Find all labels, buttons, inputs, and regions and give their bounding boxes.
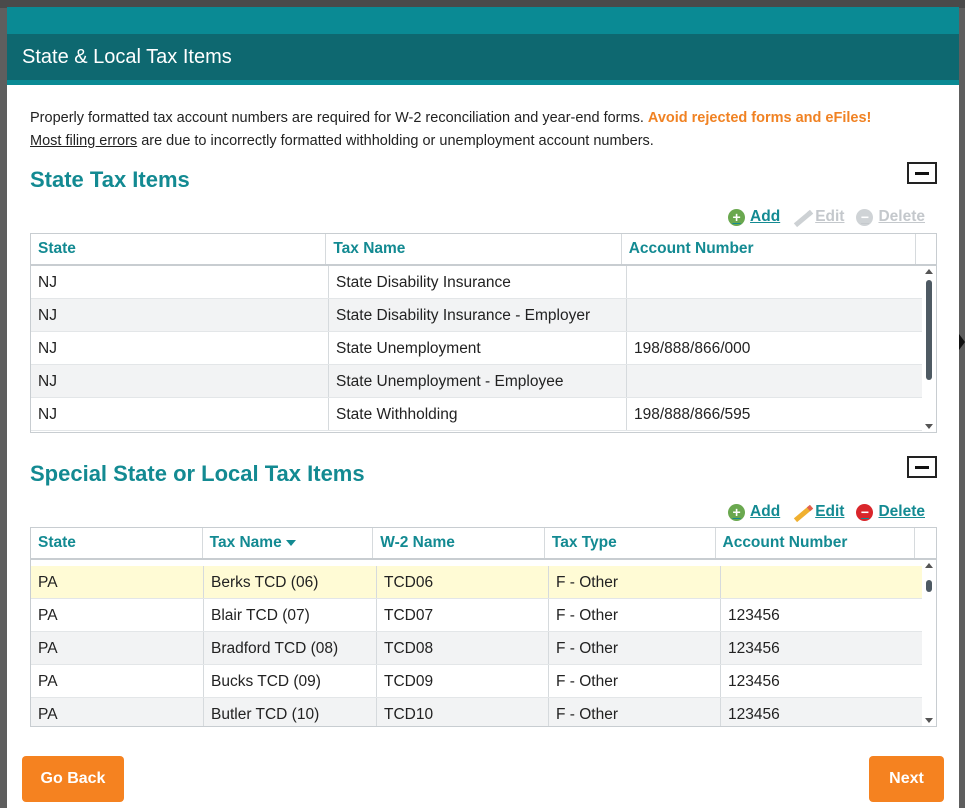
filing-errors-link[interactable]: Most filing errors bbox=[30, 133, 137, 149]
state-edit-button[interactable]: Edit bbox=[792, 208, 844, 226]
state-delete-button[interactable]: − Delete bbox=[856, 208, 925, 226]
intro-text-part1: Properly formatted tax account numbers a… bbox=[30, 110, 648, 126]
plus-icon: + bbox=[728, 503, 746, 521]
pencil-icon bbox=[792, 504, 810, 521]
special-actions: + Add Edit − Delete bbox=[728, 503, 925, 521]
dialog-title-underline bbox=[7, 80, 959, 85]
table-row[interactable]: NJ State Unemployment 198/888/866/000 bbox=[31, 332, 936, 365]
scroll-down-icon[interactable] bbox=[925, 424, 933, 429]
state-grid-body: NJ State Disability Insurance NJ State D… bbox=[31, 266, 936, 432]
special-grid-scrollbar[interactable] bbox=[922, 560, 936, 726]
table-row[interactable]: PA Butler TCD (10) TCD10 F - Other 12345… bbox=[31, 698, 936, 726]
state-grid-header: State Tax Name Account Number bbox=[31, 234, 936, 266]
intro-text: Properly formatted tax account numbers a… bbox=[30, 107, 945, 153]
table-row[interactable]: PA Bucks TCD (09) TCD09 F - Other 123456 bbox=[31, 665, 936, 698]
column-header-tax-name[interactable]: Tax Name bbox=[203, 528, 374, 558]
go-back-button[interactable]: Go Back bbox=[22, 756, 124, 802]
special-tax-items-title: Special State or Local Tax Items bbox=[30, 461, 365, 486]
table-row[interactable]: NJ State Unemployment - Employee bbox=[31, 365, 936, 398]
scroll-thumb[interactable] bbox=[926, 280, 932, 380]
column-header-state[interactable]: State bbox=[31, 234, 327, 264]
scroll-thumb[interactable] bbox=[926, 580, 932, 592]
state-collapse-button[interactable] bbox=[907, 162, 937, 184]
dialog-top-band bbox=[7, 7, 959, 34]
intro-text-part2: are due to incorrectly formatted withhol… bbox=[137, 133, 654, 149]
special-add-button[interactable]: + Add bbox=[728, 503, 780, 521]
table-row[interactable]: PA Berks TCD (06) TCD06 F - Other bbox=[31, 566, 936, 599]
scroll-down-icon[interactable] bbox=[925, 718, 933, 723]
minus-icon: − bbox=[856, 503, 874, 521]
scroll-up-icon[interactable] bbox=[925, 563, 933, 568]
state-grid-scrollbar[interactable] bbox=[922, 266, 936, 432]
special-grid-header: State Tax Name W-2 Name Tax Type Account… bbox=[31, 528, 936, 560]
column-header-w2-name[interactable]: W-2 Name bbox=[373, 528, 545, 558]
column-header-account-number[interactable]: Account Number bbox=[716, 528, 916, 558]
dialog-title: State & Local Tax Items bbox=[7, 34, 959, 80]
column-header-tax-type[interactable]: Tax Type bbox=[545, 528, 716, 558]
state-add-button[interactable]: + Add bbox=[728, 208, 780, 226]
state-actions: + Add Edit − Delete bbox=[728, 208, 925, 226]
next-button[interactable]: Next bbox=[869, 756, 944, 802]
table-row[interactable]: PA Blair TCD (07) TCD07 F - Other 123456 bbox=[31, 599, 936, 632]
state-tax-grid: State Tax Name Account Number NJ State D… bbox=[30, 233, 937, 433]
table-row[interactable]: NJ State Withholding 198/888/866/595 bbox=[31, 398, 936, 431]
special-delete-button[interactable]: − Delete bbox=[856, 503, 925, 521]
mouse-cursor-icon bbox=[959, 334, 965, 350]
column-header-state[interactable]: State bbox=[31, 528, 203, 558]
special-edit-button[interactable]: Edit bbox=[792, 503, 844, 521]
scroll-up-icon[interactable] bbox=[925, 269, 933, 274]
column-header-account-number[interactable]: Account Number bbox=[622, 234, 917, 264]
special-grid-body: PA Berks TCD (06) TCD06 F - Other PA Bla… bbox=[31, 560, 936, 726]
tax-items-dialog: State & Local Tax Items Properly formatt… bbox=[7, 7, 959, 808]
column-header-tax-name[interactable]: Tax Name bbox=[326, 234, 622, 264]
table-row[interactable]: NJ State Disability Insurance bbox=[31, 266, 936, 299]
pencil-icon bbox=[792, 209, 810, 226]
special-tax-grid: State Tax Name W-2 Name Tax Type Account… bbox=[30, 527, 937, 727]
minus-icon: − bbox=[856, 208, 874, 226]
sort-descending-icon bbox=[285, 539, 296, 546]
table-row[interactable]: NJ State Disability Insurance - Employer bbox=[31, 299, 936, 332]
plus-icon: + bbox=[728, 208, 746, 226]
special-collapse-button[interactable] bbox=[907, 456, 937, 478]
intro-warning: Avoid rejected forms and eFiles! bbox=[647, 110, 872, 126]
state-tax-items-title: State Tax Items bbox=[30, 167, 190, 192]
table-row[interactable]: PA Bradford TCD (08) TCD08 F - Other 123… bbox=[31, 632, 936, 665]
